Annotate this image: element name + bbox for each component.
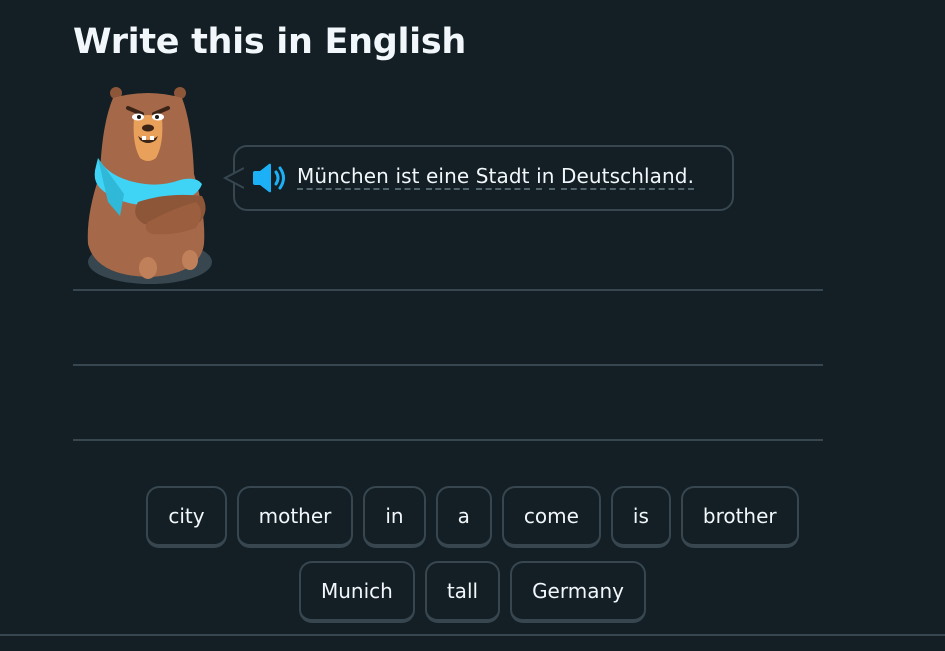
word-chip-is[interactable]: is: [610, 486, 671, 548]
word-chip-a[interactable]: a: [435, 486, 492, 548]
prompt-word[interactable]: Deutschland.: [560, 164, 695, 190]
footer-divider: [0, 634, 945, 636]
prompt-word[interactable]: München: [297, 164, 389, 190]
word-chip-in[interactable]: in: [363, 486, 426, 548]
prompt-word[interactable]: eine: [426, 164, 470, 190]
word-chip-tall[interactable]: tall: [424, 561, 501, 623]
word-chip-germany[interactable]: Germany: [510, 561, 646, 623]
word-chip-brother[interactable]: brother: [680, 486, 799, 548]
word-chip-mother[interactable]: mother: [236, 486, 354, 548]
speech-bubble: München ist eine Stadt in Deutschland.: [222, 145, 734, 211]
answer-line[interactable]: [73, 364, 823, 366]
answer-line[interactable]: [73, 439, 823, 441]
prompt-word[interactable]: Stadt: [475, 164, 530, 190]
speaker-icon[interactable]: [251, 162, 287, 194]
lesson-page: Write this in English München ist eine S…: [0, 0, 945, 651]
answer-line[interactable]: [73, 289, 823, 291]
word-bank-row-1: city mother in a come is brother: [0, 486, 945, 548]
word-chip-city[interactable]: city: [146, 486, 227, 548]
prompt-word[interactable]: ist: [395, 164, 420, 190]
bear-mascot: [78, 84, 218, 289]
word-chip-munich[interactable]: Munich: [299, 561, 415, 623]
prompt-sentence: München ist eine Stadt in Deutschland.: [297, 164, 695, 192]
word-chip-come[interactable]: come: [501, 486, 601, 548]
bubble-tail: [222, 167, 244, 189]
challenge-title: Write this in English: [73, 22, 466, 62]
word-bank-row-2: Munich tall Germany: [0, 561, 945, 623]
prompt-word[interactable]: in: [536, 164, 555, 190]
